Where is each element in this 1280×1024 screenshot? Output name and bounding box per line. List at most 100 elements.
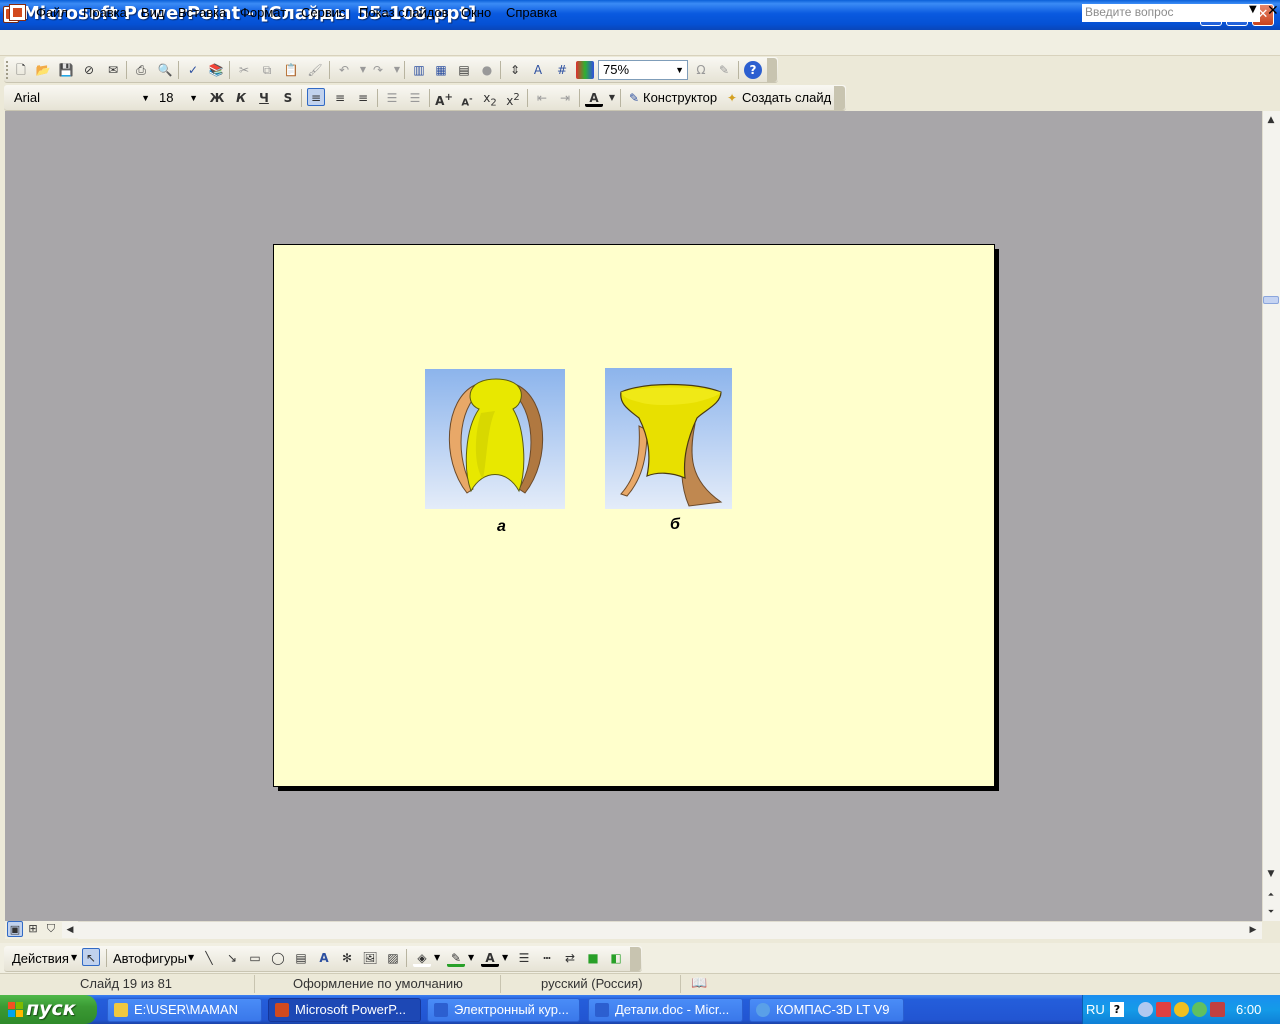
line-style-icon[interactable]: ☰	[515, 949, 533, 967]
scroll-right-icon[interactable]: ▶	[1245, 922, 1261, 938]
previous-slide-icon[interactable]: ⏶	[1263, 887, 1279, 903]
rectangle-icon[interactable]: ▭	[246, 949, 264, 967]
clipart-icon[interactable]: 🖼	[361, 949, 379, 967]
increase-indent-icon[interactable]: ⇥	[556, 89, 574, 107]
toolbar-grip[interactable]	[6, 61, 10, 79]
scroll-left-icon[interactable]: ◀	[62, 922, 78, 938]
align-center-icon[interactable]: ≡	[331, 89, 349, 107]
scroll-thumb[interactable]	[1263, 296, 1279, 304]
arrow-icon[interactable]: ↘	[223, 949, 241, 967]
dash-style-icon[interactable]: ┅	[538, 949, 556, 967]
messenger-icon[interactable]	[1192, 1002, 1207, 1017]
numbering-icon[interactable]: ☰	[383, 89, 401, 107]
diagram-icon[interactable]: ✻	[338, 949, 356, 967]
align-right-icon[interactable]: ≡	[354, 89, 372, 107]
menu-file[interactable]: Файл	[36, 5, 68, 20]
designer-button[interactable]: Конструктор	[643, 90, 717, 105]
taskbar-item-word-course[interactable]: Электронный кур...	[427, 998, 580, 1022]
symbol-icon[interactable]: Ω	[692, 61, 710, 79]
decrease-indent-icon[interactable]: ⇤	[533, 89, 551, 107]
chevron-down-icon[interactable]: ▼	[71, 953, 77, 962]
menu-view[interactable]: Вид	[141, 5, 165, 20]
update-icon[interactable]	[1210, 1002, 1225, 1017]
menu-edit[interactable]: Правка	[83, 5, 127, 20]
font-name-select[interactable]: Arial ▼	[9, 88, 154, 108]
copy-icon[interactable]: ⧉	[258, 61, 276, 79]
help-icon[interactable]: ?	[1110, 1002, 1124, 1017]
autoshapes-menu[interactable]: Автофигуры	[113, 951, 187, 966]
show-grid-icon[interactable]: #	[553, 61, 571, 79]
decrease-font-icon[interactable]: A-	[458, 89, 476, 108]
format-painter-icon[interactable]: 🖌	[306, 61, 324, 79]
open-icon[interactable]: 📂	[34, 61, 52, 79]
tables-borders-icon[interactable]: ▤	[455, 61, 473, 79]
menu-insert[interactable]: Вставка	[178, 5, 226, 20]
fill-color-icon[interactable]: ◈	[413, 949, 431, 967]
document-close-button[interactable]: ✕	[1267, 3, 1279, 19]
menu-format[interactable]: Формат	[240, 5, 286, 20]
redo-icon[interactable]: ↷	[369, 61, 387, 79]
undo-icon[interactable]: ↶	[335, 61, 353, 79]
cut-icon[interactable]: ✂	[235, 61, 253, 79]
spelling-status-icon[interactable]: 📖	[691, 976, 707, 991]
wordart-icon[interactable]: A	[315, 949, 333, 967]
slide-sorter-view-icon[interactable]: ⊞	[25, 921, 41, 937]
menu-slideshow[interactable]: Показ слайдов	[359, 5, 449, 20]
zoom-select[interactable]: 75% ▼	[598, 60, 688, 80]
line-color-icon[interactable]: ✎	[447, 949, 465, 967]
actions-menu[interactable]: Действия	[12, 951, 69, 966]
scroll-down-icon[interactable]: ▼	[1263, 866, 1279, 882]
figure-b-image[interactable]	[605, 368, 732, 509]
insert-diagram-icon[interactable]: ●	[478, 61, 496, 79]
subscript-icon[interactable]: x2	[481, 89, 499, 108]
font-size-select[interactable]: 18 ▼	[154, 88, 202, 108]
toolbar-options-icon[interactable]	[630, 947, 641, 971]
network-icon[interactable]	[1174, 1002, 1189, 1017]
3d-style-icon[interactable]: ◧	[607, 949, 625, 967]
taskbar-item-kompas[interactable]: КОМПАС-3D LT V9	[749, 998, 904, 1022]
ink-annotations-icon[interactable]: ✎	[715, 61, 733, 79]
horizontal-scrollbar[interactable]	[78, 921, 1262, 939]
scroll-up-icon[interactable]: ▲	[1263, 112, 1279, 128]
chevron-down-icon[interactable]: ▼	[603, 89, 621, 107]
select-pointer-icon[interactable]: ↖	[82, 948, 100, 966]
show-formatting-icon[interactable]: A	[529, 61, 547, 79]
chevron-down-icon[interactable]: ▼	[434, 953, 440, 962]
research-icon[interactable]: 📚	[207, 61, 225, 79]
underline-button[interactable]: Ч	[255, 89, 273, 107]
save-icon[interactable]: 💾	[57, 61, 75, 79]
insert-chart-icon[interactable]: ▥	[410, 61, 428, 79]
chevron-down-icon[interactable]: ▼	[502, 953, 508, 962]
new-slide-button[interactable]: Создать слайд	[742, 90, 831, 105]
email-icon[interactable]: ✉	[104, 61, 122, 79]
antivirus-icon[interactable]	[1156, 1002, 1171, 1017]
menu-window[interactable]: Окно	[461, 5, 491, 20]
chevron-down-icon[interactable]: ▼	[1249, 4, 1257, 15]
print-icon[interactable]: ⎙	[132, 61, 150, 79]
permission-icon[interactable]: ⊘	[80, 61, 98, 79]
italic-button[interactable]: К	[232, 89, 250, 107]
bullets-icon[interactable]: ☰	[406, 89, 424, 107]
new-icon[interactable]: 🗋	[12, 61, 30, 79]
design-icon[interactable]: ✎	[625, 89, 643, 107]
toolbar-options-icon[interactable]	[834, 86, 845, 110]
textbox-icon[interactable]: ▤	[292, 949, 310, 967]
figure-a-image[interactable]	[425, 369, 565, 509]
taskbar-item-explorer[interactable]: E:\USER\MAMAN	[107, 998, 262, 1022]
increase-font-icon[interactable]: A+	[435, 89, 453, 108]
color-grayscale-icon[interactable]	[576, 61, 594, 79]
vertical-scrollbar[interactable]	[1262, 111, 1280, 921]
back-arrow-icon[interactable]	[1138, 1002, 1153, 1017]
shadow-button[interactable]: S	[279, 89, 297, 107]
chevron-down-icon[interactable]: ▼	[468, 953, 474, 962]
taskbar-item-word-details[interactable]: Детали.doc - Micr...	[588, 998, 743, 1022]
next-slide-icon[interactable]: ⏷	[1263, 904, 1279, 920]
arrow-style-icon[interactable]: ⇄	[561, 949, 579, 967]
normal-view-icon[interactable]: ▣	[7, 921, 23, 937]
menu-help[interactable]: Справка	[506, 5, 557, 20]
align-left-icon[interactable]: ≡	[307, 88, 325, 106]
font-color-icon[interactable]: A	[585, 89, 603, 107]
oval-icon[interactable]: ◯	[269, 949, 287, 967]
slide-show-view-icon[interactable]: ⛉	[43, 921, 59, 937]
superscript-icon[interactable]: x2	[504, 89, 522, 108]
